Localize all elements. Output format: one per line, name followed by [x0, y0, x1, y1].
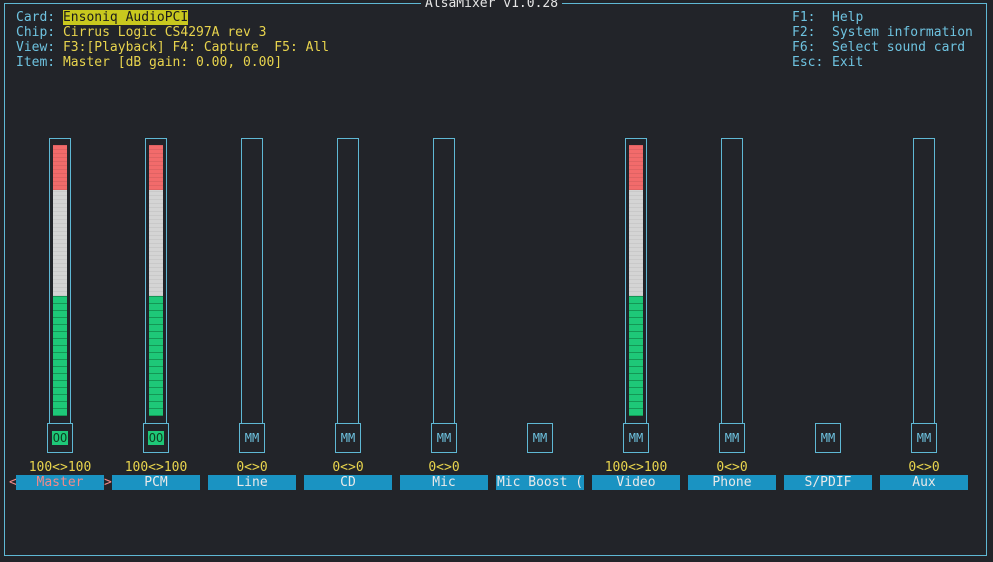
channel-name[interactable]: CD [304, 475, 392, 490]
view-capture[interactable]: F4: Capture [173, 40, 259, 55]
help-key: F2: [792, 25, 816, 40]
mute-toggle[interactable]: MM [239, 423, 265, 453]
help-text: Help [832, 10, 864, 25]
help-text: Exit [832, 55, 864, 70]
volume-segment-low [53, 296, 67, 416]
mute-toggle[interactable]: MM [911, 423, 937, 453]
item-row: Item: Master [dB gain: 0.00, 0.00] [16, 55, 282, 70]
help-text: Select sound card [832, 40, 966, 55]
volume-segment-high [149, 145, 163, 190]
card-row: Card: Ensoniq AudioPCI [16, 10, 189, 25]
mute-toggle[interactable]: OO [143, 423, 169, 453]
card-value: Ensoniq AudioPCI [62, 10, 189, 25]
volume-bar[interactable] [337, 138, 359, 424]
mute-toggle[interactable]: MM [719, 423, 745, 453]
channel-name[interactable]: Mic [400, 475, 488, 490]
volume-bar[interactable] [913, 138, 935, 424]
mute-state: MM [340, 431, 356, 445]
volume-level: 0<>0 [908, 460, 940, 475]
selection-right-arrow: > [104, 475, 112, 490]
app-title: AlsaMixer v1.0.28 [421, 0, 563, 11]
help-f6[interactable]: F6: Select sound card [792, 40, 965, 55]
volume-segment-high [53, 145, 67, 190]
channel-name[interactable]: Line [208, 475, 296, 490]
volume-segment-high [629, 145, 643, 190]
help-f2[interactable]: F2: System information [792, 25, 973, 40]
volume-segment-mid [149, 190, 163, 296]
channel-name[interactable]: Aux [880, 475, 968, 490]
mute-toggle[interactable]: OO [47, 423, 73, 453]
volume-level: 100<>100 [28, 460, 92, 475]
channel-name[interactable]: Master [16, 475, 104, 490]
help-esc[interactable]: Esc: Exit [792, 55, 863, 70]
item-value: Master [dB gain: 0.00, 0.00] [62, 55, 283, 70]
volume-level: 0<>0 [428, 460, 460, 475]
volume-level: 0<>0 [332, 460, 364, 475]
volume-segment-mid [629, 190, 643, 296]
mute-state: MM [532, 431, 548, 445]
volume-bar[interactable] [49, 138, 71, 424]
volume-level: 100<>100 [124, 460, 188, 475]
view-all[interactable]: F5: All [274, 40, 329, 55]
mute-toggle[interactable]: MM [815, 423, 841, 453]
volume-bar[interactable] [241, 138, 263, 424]
mute-toggle[interactable]: MM [527, 423, 553, 453]
help-key: F6: [792, 40, 816, 55]
chip-value: Cirrus Logic CS4297A rev 3 [62, 25, 267, 40]
channel-name[interactable]: PCM [112, 475, 200, 490]
volume-level: 0<>0 [236, 460, 268, 475]
mute-toggle[interactable]: MM [431, 423, 457, 453]
volume-bar[interactable] [625, 138, 647, 424]
mute-state: MM [244, 431, 260, 445]
volume-level: 0<>0 [716, 460, 748, 475]
channel-name[interactable]: Mic Boost ( [496, 475, 584, 490]
channel-name[interactable]: Video [592, 475, 680, 490]
channel-name[interactable]: Phone [688, 475, 776, 490]
help-key: Esc: [792, 55, 824, 70]
mute-state: OO [147, 431, 165, 445]
mute-toggle[interactable]: MM [623, 423, 649, 453]
volume-segment-low [149, 296, 163, 416]
view-row: View: F3:[Playback] F4: Capture F5: All [16, 40, 329, 55]
view-playback[interactable]: F3:[Playback] [63, 40, 165, 55]
volume-segment-low [629, 296, 643, 416]
volume-bar[interactable] [433, 138, 455, 424]
help-key: F1: [792, 10, 816, 25]
volume-bar[interactable] [145, 138, 167, 424]
card-label: Card: [16, 10, 56, 25]
mute-state: MM [436, 431, 452, 445]
mute-state: MM [628, 431, 644, 445]
help-f1[interactable]: F1: Help [792, 10, 863, 25]
help-text: System information [832, 25, 973, 40]
item-label: Item: [16, 55, 56, 70]
mute-toggle[interactable]: MM [335, 423, 361, 453]
view-label: View: [16, 40, 56, 55]
mute-state: OO [51, 431, 69, 445]
chip-row: Chip: Cirrus Logic CS4297A rev 3 [16, 25, 266, 40]
volume-segment-mid [53, 190, 67, 296]
chip-label: Chip: [16, 25, 56, 40]
mute-state: MM [724, 431, 740, 445]
mute-state: MM [820, 431, 836, 445]
volume-bar[interactable] [721, 138, 743, 424]
volume-level: 100<>100 [604, 460, 668, 475]
mute-state: MM [916, 431, 932, 445]
channel-name[interactable]: S/PDIF [784, 475, 872, 490]
